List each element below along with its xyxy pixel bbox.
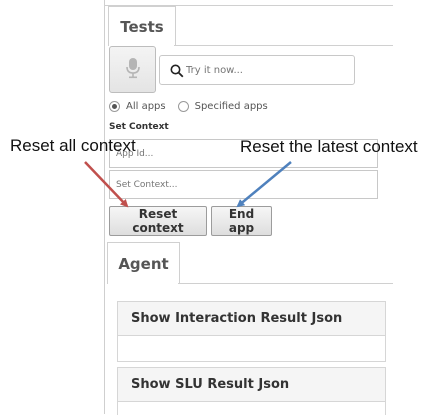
tab-tests-label: Tests: [120, 17, 164, 36]
slu-result-toggle[interactable]: Show SLU Result Json: [118, 368, 385, 402]
search-icon: [170, 63, 184, 78]
context-input[interactable]: [110, 178, 377, 191]
slu-result-section: Show SLU Result Json: [117, 367, 386, 415]
app-scope-radios: All apps Specified apps: [109, 99, 280, 113]
annotation-reset-latest: Reset the latest context: [240, 137, 418, 156]
radio-specified-apps-label[interactable]: Specified apps: [195, 101, 268, 112]
mic-button[interactable]: [109, 46, 156, 93]
agent-tab-divider: [178, 283, 393, 284]
interaction-result-toggle[interactable]: Show Interaction Result Json: [118, 302, 385, 336]
tab-tests[interactable]: Tests: [108, 6, 176, 46]
search-box: [159, 55, 355, 85]
tab-agent[interactable]: Agent: [107, 242, 180, 284]
radio-all-apps[interactable]: [109, 100, 120, 112]
microphone-icon: [125, 57, 141, 83]
set-context-label: Set Context: [109, 122, 169, 132]
tab-agent-label: Agent: [118, 254, 169, 273]
radio-specified-apps[interactable]: [177, 100, 189, 112]
reset-context-button[interactable]: Reset context: [109, 206, 207, 236]
interaction-result-section: Show Interaction Result Json: [117, 301, 386, 362]
search-input[interactable]: [184, 64, 346, 76]
radio-all-apps-label[interactable]: All apps: [126, 101, 166, 112]
tabs-divider: [174, 45, 393, 46]
end-app-button[interactable]: End app: [211, 206, 272, 236]
annotation-reset-all: Reset all context: [10, 136, 136, 155]
context-field: [109, 170, 378, 199]
